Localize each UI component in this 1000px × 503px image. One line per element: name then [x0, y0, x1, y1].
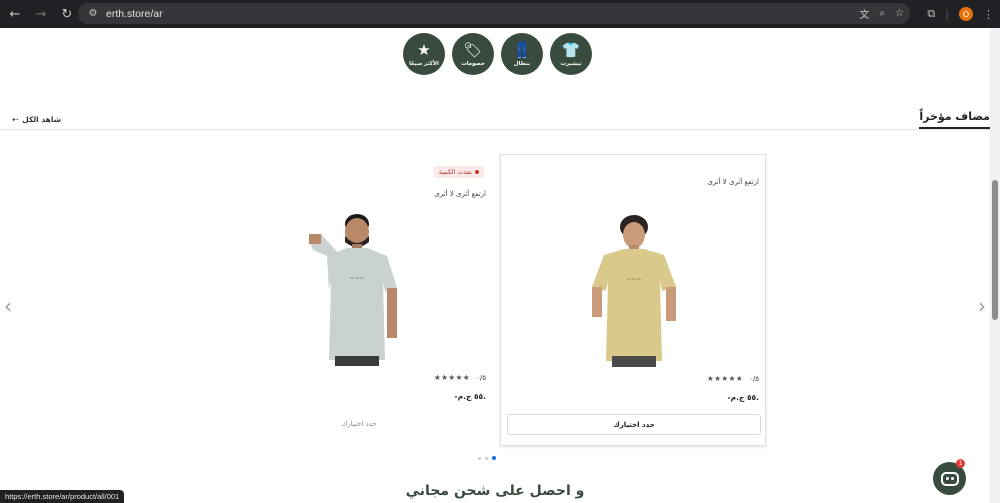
- extensions-icon[interactable]: ⧉: [927, 7, 935, 21]
- select-option-button[interactable]: حدد اختيارك: [507, 414, 761, 435]
- carousel-dot[interactable]: [478, 456, 481, 460]
- category-label: خصومات: [461, 60, 485, 67]
- view-all-link[interactable]: ⇠ شاهد الكل: [12, 115, 61, 124]
- rating: ★★★★★ ٠/٥: [707, 374, 759, 383]
- section-title: مضاف مؤخراً: [919, 110, 990, 129]
- view-all-label: شاهد الكل: [22, 115, 62, 124]
- category-star[interactable]: ★ الأكثر مبيعًا: [403, 33, 445, 75]
- pants-icon: 👖: [512, 40, 532, 59]
- svg-text:~~~: ~~~: [626, 276, 641, 283]
- category-pants[interactable]: 👖 بنطال: [501, 33, 543, 75]
- badge-dot-icon: [475, 170, 479, 174]
- status-bar-url: https://erth.store/ar/product/all/001: [0, 490, 125, 503]
- arrow-left-icon: ⇠: [12, 115, 19, 124]
- product-image[interactable]: ~~~: [299, 210, 419, 366]
- page-content: 👕 تيشيرت 👖 بنطال 🏷 خصومات ★ الأكثر مبيعًا مضاف …: [0, 28, 990, 503]
- address-bar[interactable]: ⚙ erth.store/ar 文 ⌕ ☆: [78, 3, 910, 24]
- carousel-next-icon[interactable]: ›: [975, 294, 989, 318]
- back-icon[interactable]: ←: [4, 3, 26, 25]
- rating-stars-icon: ★★★★★: [433, 373, 471, 382]
- category-label: بنطال: [513, 60, 531, 67]
- url-text[interactable]: erth.store/ar: [106, 8, 163, 20]
- badge-label: نفذت الكمية: [438, 168, 472, 176]
- shirt-shape: [327, 248, 397, 360]
- out-of-stock-badge: نفذت الكمية: [433, 166, 484, 178]
- product-name[interactable]: ارتفع أثرى لا أثرى: [707, 178, 759, 186]
- select-option-button[interactable]: حدد اختيارك: [232, 413, 486, 434]
- rating: ★★★★★ ٠/٥: [434, 373, 486, 382]
- carousel-prev-icon[interactable]: ‹: [1, 294, 15, 318]
- robot-icon: [940, 471, 959, 486]
- site-info-icon[interactable]: ⚙: [86, 8, 100, 19]
- svg-text:~~~: ~~~: [349, 275, 364, 282]
- translate-icon[interactable]: 文: [859, 6, 869, 21]
- section-divider: [0, 129, 990, 130]
- product-card[interactable]: نفذت الكمية ارتفع أثرى لا أثرى ~~~ ★★★★★…: [226, 154, 492, 446]
- product-card[interactable]: ارتفع أثرى لا أثرى ~~~ ★★★★★ ٠/٥ -٥٥ ج.م…: [500, 154, 766, 446]
- divider-icon: |: [945, 7, 949, 21]
- rating-value: ٠/٥: [749, 374, 759, 383]
- reload-icon[interactable]: ↻: [56, 3, 78, 25]
- rating-stars-icon: ★★★★★: [706, 374, 744, 383]
- tshirt-icon: 👕: [561, 40, 581, 59]
- product-price: -٥٥ ج.م.: [454, 392, 486, 401]
- category-label: الأكثر مبيعًا: [409, 60, 439, 67]
- scrollbar-thumb[interactable]: [992, 180, 998, 320]
- carousel-dots: [478, 456, 496, 460]
- zoom-icon[interactable]: ⌕: [879, 8, 885, 19]
- forward-icon[interactable]: →: [30, 3, 52, 25]
- carousel-dot-active[interactable]: [492, 456, 496, 460]
- rating-value: ٠/٥: [476, 373, 486, 382]
- carousel-dot[interactable]: [485, 456, 488, 460]
- chat-notification-badge: 1: [956, 459, 965, 468]
- chat-bot-button[interactable]: 1: [933, 459, 966, 495]
- profile-avatar[interactable]: O: [959, 7, 973, 21]
- tag-icon: 🏷: [463, 40, 483, 59]
- category-tshirt[interactable]: 👕 تيشيرت: [550, 33, 592, 75]
- category-list: 👕 تيشيرت 👖 بنطال 🏷 خصومات ★ الأكثر مبيعًا: [403, 33, 592, 75]
- product-name[interactable]: ارتفع أثرى لا أثرى: [434, 190, 486, 198]
- category-tag[interactable]: 🏷 خصومات: [452, 33, 494, 75]
- product-price: -٥٥ ج.م.: [727, 393, 759, 402]
- page-scrollbar[interactable]: [990, 28, 1000, 503]
- browser-toolbar: ← → ↻ ⚙ erth.store/ar 文 ⌕ ☆ ⧉ | O ⋮: [0, 0, 1000, 28]
- bookmark-star-icon[interactable]: ☆: [895, 8, 904, 19]
- menu-icon[interactable]: ⋮: [983, 8, 994, 21]
- shirt-shape: [592, 249, 676, 361]
- category-label: تيشيرت: [560, 60, 582, 67]
- star-icon: ★: [417, 40, 431, 59]
- product-image[interactable]: ~~~: [574, 211, 694, 367]
- free-shipping-heading: و احصل على شحن مجاني: [405, 483, 585, 499]
